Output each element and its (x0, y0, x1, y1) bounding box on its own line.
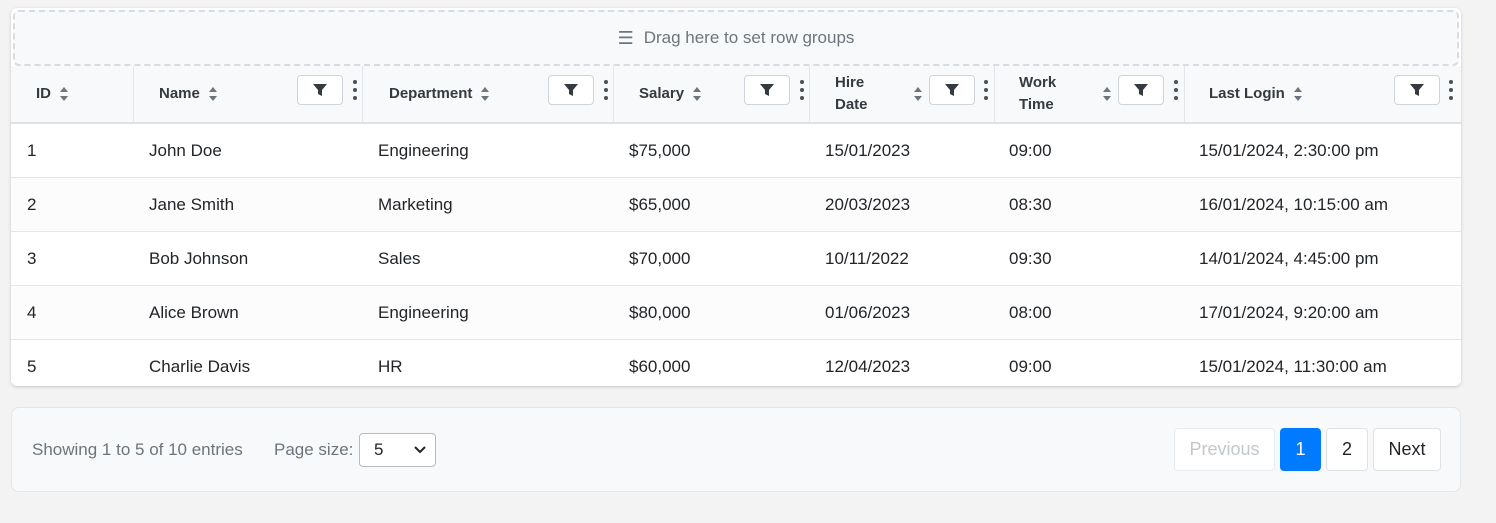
cell-id: 4 (27, 303, 37, 322)
cell-salary: $60,000 (629, 357, 691, 376)
cell-last-login: 14/01/2024, 4:45:00 pm (1199, 249, 1379, 268)
cell-work-time: 09:00 (1009, 141, 1052, 160)
sort-icon[interactable] (913, 86, 923, 102)
filter-button[interactable] (548, 75, 594, 105)
cell-hire-date: 15/01/2023 (825, 141, 911, 160)
cell-work-time: 09:30 (1009, 249, 1052, 268)
column-header-label: Salary (639, 85, 685, 102)
cell-name: Bob Johnson (149, 249, 249, 268)
cell-salary: $70,000 (629, 249, 691, 268)
column-header-label-line: Time (1019, 96, 1054, 113)
menu-lines-icon: ☰ (617, 27, 634, 48)
cell-department: Engineering (378, 303, 469, 322)
row-group-drop-zone[interactable]: ☰ Drag here to set row groups (13, 10, 1459, 66)
grid-header-row: ID Name Department Salary Hire Date Work… (11, 66, 1461, 124)
page-button-1[interactable]: 1 (1280, 428, 1321, 471)
filter-icon (1410, 84, 1424, 96)
previous-page-button[interactable]: Previous (1174, 428, 1275, 471)
filter-button[interactable] (929, 75, 975, 105)
table-row[interactable]: 2 Jane Smith Marketing $65,000 20/03/202… (11, 178, 1461, 232)
cell-department: Marketing (378, 195, 453, 214)
cell-id: 5 (27, 357, 37, 376)
cell-name: Alice Brown (149, 303, 239, 322)
page-size-label: Page size: (274, 440, 354, 459)
column-header-label: Last Login (1209, 85, 1285, 102)
kebab-menu-icon[interactable] (799, 80, 805, 100)
next-page-button[interactable]: Next (1373, 428, 1441, 471)
sort-icon[interactable] (208, 86, 218, 102)
cell-department: Sales (378, 249, 421, 268)
kebab-menu-icon[interactable] (603, 80, 609, 100)
sort-icon[interactable] (480, 86, 490, 102)
column-header-work-time[interactable]: Work Time (995, 66, 1185, 122)
cell-last-login: 16/01/2024, 10:15:00 am (1199, 195, 1389, 214)
kebab-menu-icon[interactable] (1173, 80, 1179, 100)
sort-icon[interactable] (1293, 86, 1303, 102)
filter-button[interactable] (744, 75, 790, 105)
kebab-menu-icon[interactable] (352, 80, 358, 100)
filter-icon (313, 84, 327, 96)
column-header-label: Department (389, 85, 473, 102)
filter-button[interactable] (297, 75, 343, 105)
column-header-salary[interactable]: Salary (614, 66, 810, 122)
cell-hire-date: 12/04/2023 (825, 357, 911, 376)
column-header-department[interactable]: Department (363, 66, 614, 122)
cell-hire-date: 10/11/2022 (825, 249, 909, 268)
data-grid: ☰ Drag here to set row groups ID Name De… (11, 8, 1461, 386)
table-row[interactable]: 1 John Doe Engineering $75,000 15/01/202… (11, 124, 1461, 178)
sort-icon[interactable] (692, 86, 702, 102)
cell-last-login: 17/01/2024, 9:20:00 am (1199, 303, 1379, 322)
sort-icon[interactable] (59, 86, 69, 102)
cell-salary: $75,000 (629, 141, 691, 160)
cell-work-time: 08:00 (1009, 303, 1052, 322)
sort-icon[interactable] (1102, 86, 1112, 102)
cell-salary: $65,000 (629, 195, 691, 214)
column-header-id[interactable]: ID (11, 66, 134, 122)
cell-hire-date: 20/03/2023 (825, 195, 911, 214)
cell-department: HR (378, 357, 403, 376)
cell-name: Jane Smith (149, 195, 235, 214)
row-group-hint: Drag here to set row groups (643, 28, 855, 47)
cell-salary: $80,000 (629, 303, 691, 322)
column-header-last-login[interactable]: Last Login (1185, 66, 1461, 122)
column-header-label-line: Hire (835, 74, 865, 91)
cell-name: John Doe (149, 141, 222, 160)
filter-icon (945, 84, 959, 96)
pagination-footer: Showing 1 to 5 of 10 entries Page size: … (11, 407, 1461, 492)
column-header-name[interactable]: Name (134, 66, 363, 122)
page-button-2[interactable]: 2 (1326, 428, 1368, 471)
table-row[interactable]: 5 Charlie Davis HR $60,000 12/04/2023 09… (11, 340, 1461, 386)
column-header-label: Hire Date (835, 72, 885, 116)
cell-id: 2 (27, 195, 37, 214)
filter-button[interactable] (1394, 75, 1440, 105)
column-header-label: Name (159, 85, 200, 102)
cell-work-time: 09:00 (1009, 357, 1052, 376)
table-row[interactable]: 4 Alice Brown Engineering $80,000 01/06/… (11, 286, 1461, 340)
cell-department: Engineering (378, 141, 469, 160)
cell-id: 1 (27, 141, 37, 160)
grid-body: 1 John Doe Engineering $75,000 15/01/202… (11, 124, 1461, 386)
page-size-value: 5 (374, 440, 384, 459)
column-header-label-line: Work (1019, 74, 1057, 91)
entries-summary: Showing 1 to 5 of 10 entries (32, 440, 243, 459)
column-header-hire-date[interactable]: Hire Date (810, 66, 995, 122)
chevron-down-icon (414, 446, 426, 454)
filter-icon (1134, 84, 1148, 96)
cell-last-login: 15/01/2024, 11:30:00 am (1199, 357, 1387, 376)
column-header-label: Work Time (1019, 72, 1069, 116)
column-header-label: ID (36, 85, 51, 102)
cell-hire-date: 01/06/2023 (825, 303, 911, 322)
filter-button[interactable] (1118, 75, 1164, 105)
cell-name: Charlie Davis (149, 357, 251, 376)
page-size-select[interactable]: 5 (359, 433, 436, 467)
cell-work-time: 08:30 (1009, 195, 1052, 214)
filter-icon (760, 84, 774, 96)
kebab-menu-icon[interactable] (983, 80, 989, 100)
kebab-menu-icon[interactable] (1448, 80, 1454, 100)
table-row[interactable]: 3 Bob Johnson Sales $70,000 10/11/2022 0… (11, 232, 1461, 286)
filter-icon (564, 84, 578, 96)
column-header-label-line: Date (835, 96, 868, 113)
cell-id: 3 (27, 249, 37, 268)
cell-last-login: 15/01/2024, 2:30:00 pm (1199, 141, 1379, 160)
